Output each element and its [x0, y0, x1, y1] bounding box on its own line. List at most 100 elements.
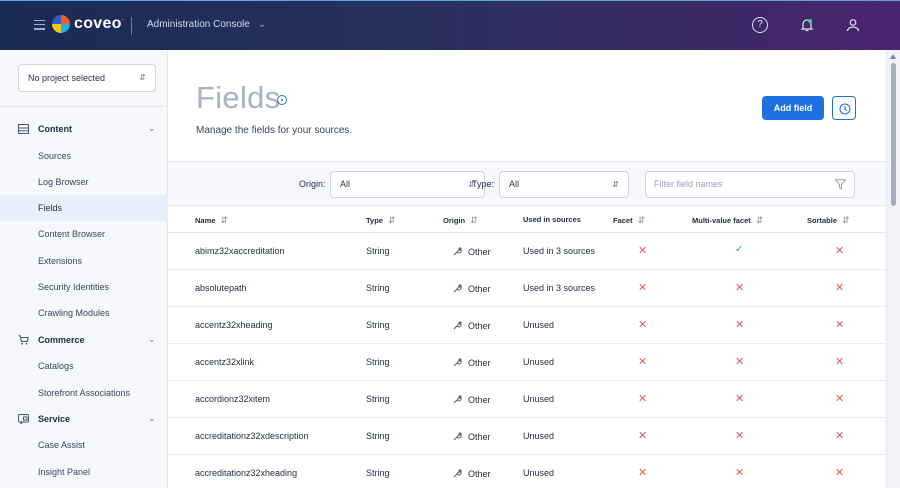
column-header-origin[interactable]: Origin ⇵ [443, 215, 478, 226]
brand-name: coveo [74, 15, 122, 32]
field-origin-label: Other [468, 395, 491, 405]
field-origin: Other [453, 320, 491, 332]
field-origin: Other [453, 246, 491, 258]
field-origin-label: Other [468, 469, 491, 479]
field-used-in-sources: Unused [523, 431, 555, 441]
sort-icon: ⇵ [387, 215, 396, 225]
sidebar-item-catalogs[interactable]: Catalogs [0, 353, 168, 379]
cross-icon: ✕ [638, 356, 648, 368]
sidebar-item-content-browser[interactable]: Content Browser [0, 221, 168, 247]
main-content: Fields Manage the fields for your source… [168, 50, 886, 488]
activity-history-button[interactable] [832, 96, 856, 120]
sidebar-section-label: Commerce [38, 335, 85, 345]
field-origin-label: Other [468, 358, 491, 368]
cross-icon: ✕ [735, 282, 745, 294]
field-used-in-sources: Unused [523, 320, 555, 330]
cross-icon: ✕ [735, 393, 745, 405]
field-name[interactable]: accreditationz32xdescription [195, 431, 309, 441]
origin-filter-value: All [340, 179, 351, 189]
sidebar-item-fields[interactable]: Fields [0, 195, 168, 221]
column-header-name[interactable]: Name ⇵ [195, 215, 228, 226]
column-header-multi-value-facet[interactable]: Multi-value facet ⇵ [692, 215, 763, 226]
cross-icon: ✕ [835, 430, 845, 442]
project-select[interactable]: No project selected ⇵ [18, 64, 156, 92]
origin-plug-icon [453, 283, 463, 295]
field-name[interactable]: accordionz32xitem [195, 394, 270, 404]
cross-icon: ✕ [638, 430, 648, 442]
help-icon[interactable]: ? [752, 17, 768, 33]
sort-icon: ⇵ [842, 215, 850, 225]
origin-plug-icon [453, 357, 463, 369]
cross-icon: ✕ [835, 319, 845, 331]
sidebar-item-case-assist[interactable]: Case Assist [0, 432, 168, 458]
sort-icon: ⇵ [470, 215, 478, 225]
column-header-sortable[interactable]: Sortable ⇵ [807, 215, 850, 226]
top-bar: coveo· Administration Console ⌄ ? [0, 0, 900, 50]
sidebar: No project selected ⇵ Content ⌄ Sources … [0, 50, 168, 488]
sidebar-item-security-identities[interactable]: Security Identities [0, 274, 168, 300]
cross-icon: ✕ [638, 319, 648, 331]
type-filter-select[interactable]: All ⇵ [499, 171, 629, 198]
sidebar-item-sources[interactable]: Sources [0, 143, 168, 169]
cross-icon: ✕ [735, 319, 745, 331]
sidebar-section-label: Content [38, 124, 72, 134]
field-name[interactable]: accreditationz32xheading [195, 468, 297, 478]
sidebar-item-storefront-associations[interactable]: Storefront Associations [0, 380, 168, 406]
cross-icon: ✕ [835, 282, 845, 294]
table-row[interactable]: accreditationz32xheading String Other Unuse… [168, 455, 886, 488]
sort-icon: ⇵ [637, 215, 646, 225]
info-icon[interactable] [277, 95, 287, 105]
field-name[interactable]: accentz32xlink [195, 357, 254, 367]
chevron-down-icon: ⌄ [148, 334, 156, 344]
sort-icon: ⇵ [755, 215, 764, 225]
field-type: String [366, 394, 390, 404]
sidebar-item-log-browser[interactable]: Log Browser [0, 169, 168, 195]
origin-plug-icon [453, 468, 463, 480]
table-row[interactable]: absolutepath String Other Used in 3 sources… [168, 270, 886, 307]
table-row[interactable]: accreditationz32xdescription String Other U… [168, 418, 886, 455]
field-type: String [366, 431, 390, 441]
field-name[interactable]: absolutepath [195, 283, 247, 293]
field-type: String [366, 320, 390, 330]
user-icon[interactable] [845, 17, 861, 33]
field-name[interactable]: abimz32xaccreditation [195, 246, 285, 256]
console-switcher[interactable]: Administration Console ⌄ [147, 19, 266, 30]
field-origin: Other [453, 468, 491, 480]
up-down-chevron-icon: ⇵ [612, 180, 619, 189]
coveo-logo[interactable]: coveo· [52, 15, 124, 33]
origin-filter-label: Origin: [299, 179, 326, 189]
cross-icon: ✕ [735, 356, 745, 368]
sidebar-section-service[interactable]: Service ⌄ [0, 408, 168, 432]
table-row[interactable]: accordionz32xitem String Other Unused ✕ ✕ ✕ [168, 381, 886, 418]
sidebar-item-insight-panel[interactable]: Insight Panel [0, 459, 168, 485]
cross-icon: ✕ [835, 356, 845, 368]
origin-filter-select[interactable]: All ⇵ [330, 171, 485, 198]
sidebar-item-crawling-modules[interactable]: Crawling Modules [0, 300, 168, 326]
field-origin-label: Other [468, 247, 491, 257]
sidebar-item-extensions[interactable]: Extensions [0, 248, 168, 274]
table-row[interactable]: accentz32xheading String Other Unused ✕ ✕ ✕ [168, 307, 886, 344]
notification-bell-icon[interactable] [799, 17, 815, 33]
scrollbar-thumb[interactable] [891, 63, 896, 206]
column-header-type[interactable]: Type ⇵ [366, 215, 396, 226]
table-row[interactable]: abimz32xaccreditation String Other Used in … [168, 233, 886, 270]
check-icon: ✓ [735, 244, 744, 255]
column-header-facet[interactable]: Facet ⇵ [613, 215, 645, 226]
field-type: String [366, 283, 390, 293]
filter-field-names-placeholder: Filter field names [654, 179, 723, 189]
origin-plug-icon [453, 431, 463, 443]
menu-icon[interactable] [34, 20, 45, 30]
cross-icon: ✕ [638, 282, 648, 294]
sidebar-section-commerce[interactable]: Commerce ⌄ [0, 329, 168, 353]
sidebar-section-content[interactable]: Content ⌄ [0, 118, 168, 142]
vertical-scrollbar[interactable] [886, 50, 900, 488]
filter-field-names-input[interactable]: Filter field names [645, 171, 855, 198]
table-row[interactable]: accentz32xlink String Other Unused ✕ ✕ ✕ [168, 344, 886, 381]
add-field-button[interactable]: Add field [762, 96, 824, 120]
cross-icon: ✕ [735, 467, 745, 479]
scroll-up-arrow-icon[interactable] [890, 54, 896, 59]
sort-icon: ⇵ [220, 215, 228, 225]
filter-icon [835, 179, 846, 190]
field-name[interactable]: accentz32xheading [195, 320, 273, 330]
console-label: Administration Console [147, 19, 250, 30]
